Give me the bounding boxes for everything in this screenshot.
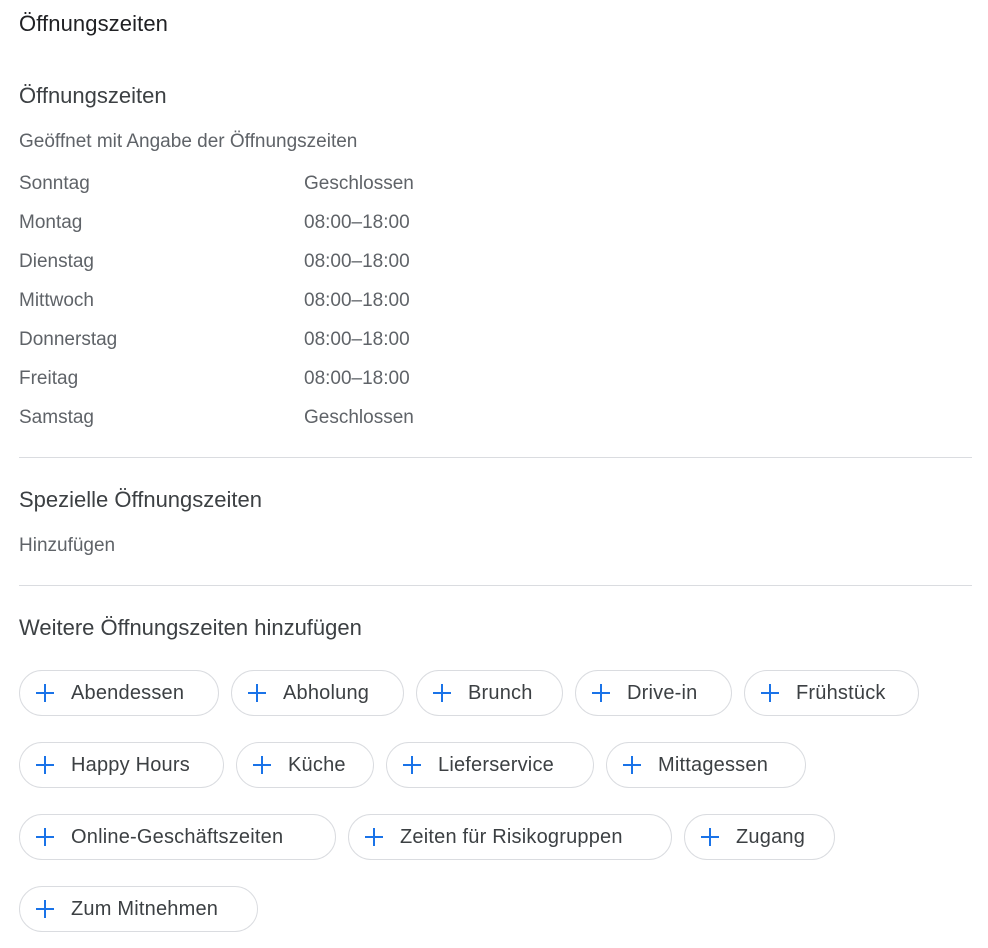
chip-drive-in[interactable]: Drive-in	[575, 670, 732, 716]
chip-label: Frühstück	[796, 681, 886, 704]
plus-icon	[699, 826, 721, 848]
chip-label: Mittagessen	[658, 753, 769, 776]
plus-icon	[590, 682, 612, 704]
day-label: Dienstag	[19, 251, 94, 272]
chip-zum-mitnehmen[interactable]: Zum Mitnehmen	[19, 886, 258, 932]
plus-icon	[621, 754, 643, 776]
chip-label: Online-Geschäftszeiten	[71, 825, 284, 848]
chip-kueche[interactable]: Küche	[236, 742, 374, 788]
regular-hours-title: Öffnungszeiten	[19, 83, 167, 108]
plus-icon	[246, 682, 268, 704]
divider	[19, 585, 972, 586]
hours-value: Geschlossen	[304, 407, 414, 428]
plus-icon	[251, 754, 273, 776]
special-hours-title: Spezielle Öffnungszeiten	[19, 487, 262, 512]
chip-online-geschaeftszeiten[interactable]: Online-Geschäftszeiten	[19, 814, 336, 860]
regular-hours-status: Geöffnet mit Angabe der Öffnungszeiten	[19, 131, 358, 152]
hours-value: 08:00–18:00	[304, 290, 410, 311]
chip-zeiten-fuer-risikogruppen[interactable]: Zeiten für Risikogruppen	[348, 814, 672, 860]
day-label: Freitag	[19, 368, 79, 389]
chip-brunch[interactable]: Brunch	[416, 670, 563, 716]
chip-label: Lieferservice	[438, 753, 554, 776]
hours-value: 08:00–18:00	[304, 251, 410, 272]
chip-mittagessen[interactable]: Mittagessen	[606, 742, 806, 788]
hours-value: 08:00–18:00	[304, 368, 410, 389]
chip-happy-hours[interactable]: Happy Hours	[19, 742, 224, 788]
plus-icon	[34, 682, 56, 704]
more-hours-title: Weitere Öffnungszeiten hinzufügen	[19, 615, 362, 640]
plus-icon	[431, 682, 453, 704]
plus-icon	[401, 754, 423, 776]
chip-label: Abendessen	[71, 681, 185, 704]
hours-value: 08:00–18:00	[304, 212, 410, 233]
day-label: Samstag	[19, 407, 94, 428]
chip-label: Happy Hours	[71, 753, 190, 776]
chip-label: Brunch	[468, 681, 533, 704]
day-label: Montag	[19, 212, 83, 233]
day-label: Mittwoch	[19, 290, 94, 311]
chip-label: Zum Mitnehmen	[71, 897, 219, 920]
hours-value: 08:00–18:00	[304, 329, 410, 350]
day-label: Sonntag	[19, 173, 90, 194]
chip-label: Zeiten für Risikogruppen	[400, 825, 623, 848]
page-title: Öffnungszeiten	[19, 11, 168, 36]
divider	[19, 457, 972, 458]
chip-lieferservice[interactable]: Lieferservice	[386, 742, 594, 788]
chip-fruehstueck[interactable]: Frühstück	[744, 670, 919, 716]
plus-icon	[34, 754, 56, 776]
hours-value: Geschlossen	[304, 173, 414, 194]
chip-label: Drive-in	[627, 681, 698, 704]
chip-label: Küche	[288, 753, 346, 776]
plus-icon	[34, 826, 56, 848]
chip-label: Abholung	[283, 681, 370, 704]
plus-icon	[363, 826, 385, 848]
chip-zugang[interactable]: Zugang	[684, 814, 835, 860]
chip-abholung[interactable]: Abholung	[231, 670, 404, 716]
chip-label: Zugang	[736, 825, 806, 848]
special-hours-add-link[interactable]: Hinzufügen	[19, 535, 115, 557]
plus-icon	[34, 898, 56, 920]
day-label: Donnerstag	[19, 329, 118, 350]
chip-abendessen[interactable]: Abendessen	[19, 670, 219, 716]
plus-icon	[759, 682, 781, 704]
